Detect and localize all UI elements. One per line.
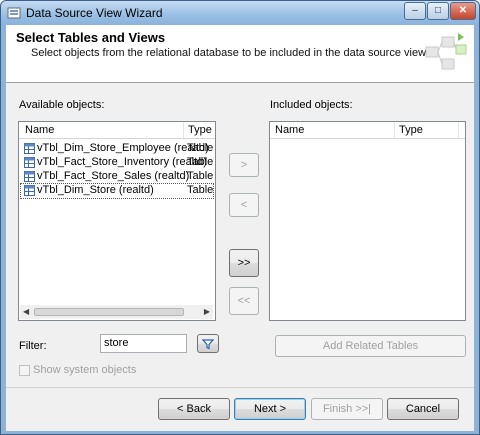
maximize-button[interactable]: □	[427, 2, 449, 20]
add-button[interactable]: >	[229, 153, 259, 177]
list-item[interactable]: vTbl_Fact_Store_Inventory (realtd) Table	[21, 156, 213, 170]
next-button[interactable]: Next >	[234, 398, 306, 420]
list-item[interactable]: vTbl_Dim_Store_Employee (realtd) Table	[21, 142, 213, 156]
scroll-left-icon[interactable]: ◀	[23, 307, 29, 316]
included-list-header: Name Type	[270, 122, 465, 139]
title-bar[interactable]: Data Source View Wizard – □ ✕	[1, 1, 479, 25]
item-type: Table	[187, 184, 214, 196]
available-objects-label: Available objects:	[19, 99, 105, 111]
list-item[interactable]: vTbl_Fact_Store_Sales (realtd) Table	[21, 170, 213, 184]
included-objects-list[interactable]: Name Type	[269, 121, 466, 321]
table-icon	[24, 171, 35, 182]
remove-all-button[interactable]: <<	[229, 287, 259, 315]
column-header-name[interactable]: Name	[25, 124, 54, 136]
item-type: Table	[187, 156, 214, 168]
filter-button[interactable]	[197, 334, 219, 353]
filter-input[interactable]: store	[100, 334, 187, 353]
item-type: Table	[187, 170, 214, 182]
footer-divider	[6, 387, 474, 388]
page-subtitle: Select objects from the relational datab…	[31, 47, 429, 59]
page-title: Select Tables and Views	[16, 30, 166, 45]
horizontal-scrollbar[interactable]: ◀ ▶	[20, 305, 213, 319]
table-icon	[24, 185, 35, 196]
wizard-client-area: Select Tables and Views Select objects f…	[6, 25, 474, 431]
available-objects-list[interactable]: Name Type vTbl_Dim_Store_Employee (realt…	[18, 121, 216, 321]
network-graphic-icon	[425, 33, 467, 70]
add-related-tables-button[interactable]: Add Related Tables	[275, 335, 466, 357]
included-objects-label: Included objects:	[270, 99, 353, 111]
wizard-window: Data Source View Wizard – □ ✕ Select Tab…	[0, 0, 480, 435]
available-list-header: Name Type	[19, 122, 215, 139]
column-header-type[interactable]: Type	[188, 124, 212, 136]
show-system-objects-label: Show system objects	[33, 364, 137, 376]
minimize-button[interactable]: –	[404, 2, 426, 20]
column-header-name[interactable]: Name	[275, 124, 304, 136]
show-system-objects-checkbox[interactable]	[19, 365, 30, 376]
filter-label: Filter:	[19, 340, 47, 352]
wizard-header: Select Tables and Views Select objects f…	[6, 25, 474, 83]
back-button[interactable]: < Back	[158, 398, 230, 420]
table-icon	[24, 143, 35, 154]
scroll-right-icon[interactable]: ▶	[204, 307, 210, 316]
item-name: vTbl_Dim_Store_Employee (realtd)	[37, 142, 209, 154]
wizard-icon	[7, 7, 21, 19]
remove-button[interactable]: <	[229, 193, 259, 217]
list-item-selected[interactable]: vTbl_Dim_Store (realtd) Table	[20, 183, 214, 199]
column-header-type[interactable]: Type	[399, 124, 423, 136]
table-icon	[24, 157, 35, 168]
finish-button[interactable]: Finish >>|	[311, 398, 383, 420]
item-name: vTbl_Fact_Store_Inventory (realtd)	[37, 156, 207, 168]
item-type: Table	[187, 142, 214, 154]
scrollbar-thumb[interactable]	[34, 308, 184, 316]
cancel-button[interactable]: Cancel	[387, 398, 459, 420]
item-name: vTbl_Dim_Store (realtd)	[37, 184, 154, 196]
funnel-icon	[201, 339, 215, 350]
item-name: vTbl_Fact_Store_Sales (realtd)	[37, 170, 190, 182]
close-button[interactable]: ✕	[450, 2, 476, 20]
add-all-button[interactable]: >>	[229, 249, 259, 277]
window-title: Data Source View Wizard	[26, 6, 163, 20]
